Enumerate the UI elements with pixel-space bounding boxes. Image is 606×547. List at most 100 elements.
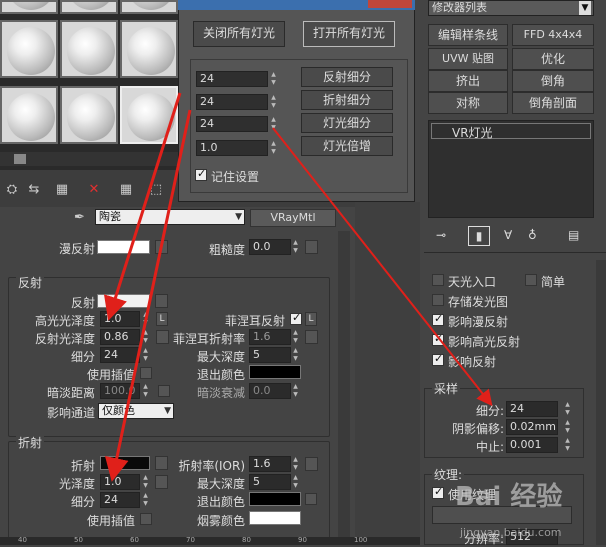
refl-max-depth-spinner[interactable]: ▲ ▼ [291, 347, 300, 363]
copy-material-icon[interactable]: ▦ [118, 182, 134, 198]
affect-reflections-checkbox[interactable]: ✓ [432, 352, 444, 366]
refl-gloss-input[interactable]: 0.86 [100, 329, 140, 345]
cutoff-spinner[interactable]: ▲ ▼ [563, 437, 572, 453]
refract-gloss-spinner[interactable]: ▲ ▼ [141, 474, 150, 490]
get-material-icon[interactable]: ⛭ [4, 182, 20, 198]
refl-use-interp-checkbox[interactable] [140, 367, 152, 379]
refract-subdivs-button[interactable]: 折射细分 [301, 90, 393, 110]
hilight-gloss-input[interactable]: 1.0 [100, 311, 140, 327]
show-end-result-icon[interactable]: ▮ [468, 226, 490, 246]
affect-diffuse-checkbox[interactable]: ✓ [432, 312, 444, 326]
modifier-list-dropdown[interactable]: 修改器列表 ▼ [428, 0, 594, 16]
refract-max-depth-spinner[interactable]: ▲ ▼ [291, 474, 300, 490]
refl-gloss-map-button[interactable] [156, 330, 169, 344]
light-subdivs-button[interactable]: 灯光细分 [301, 113, 393, 133]
dim-distance-spinner[interactable]: ▲ ▼ [141, 383, 150, 399]
reflect-subdivs-value-input[interactable]: 24 [196, 71, 268, 87]
bevel-profile-button[interactable]: 倒角剖面 [512, 92, 594, 114]
refract-exit-color-checkbox[interactable] [305, 493, 317, 505]
pin-stack-icon[interactable]: ⊸ [436, 228, 446, 242]
sample-slot[interactable] [120, 0, 178, 14]
command-panel-scrollbar[interactable] [596, 260, 606, 545]
configure-icon[interactable]: ▤ [568, 228, 579, 242]
refl-max-depth-input[interactable]: 5 [249, 347, 291, 363]
store-irradiance-checkbox[interactable] [432, 294, 444, 306]
ffd-button[interactable]: FFD 4x4x4 [512, 24, 594, 46]
unique-icon[interactable]: ⬚ [148, 182, 164, 198]
affect-specular-checkbox[interactable]: ✓ [432, 332, 444, 346]
cutoff-input[interactable]: 0.001 [506, 437, 558, 453]
reflect-map-button[interactable] [155, 294, 168, 308]
fog-color-swatch[interactable] [249, 511, 301, 525]
skylight-portal-checkbox[interactable] [432, 274, 444, 286]
refl-subdivs-input[interactable]: 24 [100, 347, 140, 363]
ior-map-button[interactable] [305, 457, 318, 471]
extrude-button[interactable]: 挤出 [428, 70, 508, 92]
diffuse-color-swatch[interactable] [97, 240, 150, 254]
roughness-map-button[interactable] [305, 240, 318, 254]
bevel-button[interactable]: 倒角 [512, 70, 594, 92]
use-texture-checkbox[interactable]: ✓ [432, 485, 444, 499]
light-subdivs-value-input[interactable]: 24 [196, 116, 268, 132]
eyedropper-icon[interactable]: ✒ [74, 210, 85, 225]
close-all-lights-button[interactable]: 关闭所有灯光 [193, 21, 285, 47]
open-all-lights-button[interactable]: 打开所有灯光 [303, 21, 395, 47]
roughness-spinner[interactable]: ▲ ▼ [291, 239, 300, 255]
material-type-button[interactable]: VRayMtl [250, 209, 336, 227]
sample-slot[interactable] [60, 86, 118, 144]
dialog-title-bar[interactable] [178, 0, 415, 10]
fresnel-ior-input[interactable]: 1.6 [249, 329, 291, 345]
remove-modifier-icon[interactable]: ♁ [528, 228, 537, 242]
dim-falloff-spinner[interactable]: ▲ ▼ [291, 383, 300, 399]
sample-slot-selected[interactable] [120, 86, 178, 144]
fresnel-ior-spinner[interactable]: ▲ ▼ [291, 329, 300, 345]
fresnel-checkbox[interactable]: ✓ [290, 311, 302, 325]
refract-map-button[interactable] [155, 456, 168, 470]
sample-slot[interactable] [0, 20, 58, 78]
refract-subdivs-spinner[interactable]: ▲ ▼ [141, 492, 150, 508]
shadow-bias-input[interactable]: 0.02mm [506, 419, 558, 435]
sample-slot[interactable] [60, 0, 118, 14]
refract-gloss-input[interactable]: 1.0 [100, 474, 140, 490]
dim-falloff-input[interactable]: 0.0 [249, 383, 291, 399]
panel-scrollbar[interactable] [338, 231, 350, 545]
shadow-bias-spinner[interactable]: ▲ ▼ [563, 419, 572, 435]
light-subdivs-value-spinner[interactable]: ▲ ▼ [269, 116, 278, 132]
horizontal-scrollbar[interactable] [0, 152, 180, 166]
affect-channels-dropdown[interactable]: 仅颜色 ▼ [98, 403, 174, 419]
delete-icon[interactable]: ✕ [86, 182, 102, 198]
light-multiplier-spinner[interactable]: ▲ ▼ [269, 140, 278, 156]
put-to-scene-icon[interactable]: ⇆ [26, 182, 42, 198]
roughness-input[interactable]: 0.0 [249, 239, 291, 255]
stack-item-vr-light[interactable]: VR灯光 [431, 123, 591, 140]
refract-gloss-map-button[interactable] [155, 475, 168, 489]
hilight-lock-button[interactable]: L [156, 312, 168, 326]
material-name-field[interactable]: 陶瓷 ▼ [95, 209, 245, 225]
edit-spline-button[interactable]: 编辑样条线 [428, 24, 508, 46]
refract-subdivs-value-input[interactable]: 24 [196, 94, 268, 110]
refract-subdivs-input[interactable]: 24 [100, 492, 140, 508]
light-subdivs-spinner[interactable]: ▲ ▼ [563, 401, 572, 417]
refl-gloss-spinner[interactable]: ▲ ▼ [141, 329, 150, 345]
close-icon[interactable] [368, 0, 412, 8]
reflect-color-swatch[interactable] [97, 294, 150, 308]
fresnel-lock-button[interactable]: L [305, 312, 317, 326]
symmetry-button[interactable]: 对称 [428, 92, 508, 114]
diffuse-map-button[interactable] [155, 240, 168, 254]
refract-max-depth-input[interactable]: 5 [249, 474, 291, 490]
refl-subdivs-spinner[interactable]: ▲ ▼ [141, 347, 150, 363]
refl-exit-color-swatch[interactable] [249, 365, 301, 379]
assign-material-icon[interactable]: ▦ [54, 182, 70, 198]
refract-exit-color-swatch[interactable] [249, 492, 301, 506]
fresnel-ior-map-button[interactable] [305, 330, 318, 344]
simple-checkbox[interactable] [525, 274, 537, 286]
remember-settings-checkbox[interactable]: ✓ [195, 167, 207, 181]
make-unique-icon[interactable]: ∀ [504, 228, 512, 242]
refract-use-interp-checkbox[interactable] [140, 513, 152, 525]
sample-slot[interactable] [0, 0, 58, 14]
optimize-button[interactable]: 优化 [512, 48, 594, 70]
refract-color-swatch[interactable] [100, 456, 150, 470]
dim-distance-checkbox[interactable] [158, 385, 170, 397]
reflect-subdivs-spinner[interactable]: ▲ ▼ [269, 71, 278, 87]
refract-subdivs-value-spinner[interactable]: ▲ ▼ [269, 94, 278, 110]
